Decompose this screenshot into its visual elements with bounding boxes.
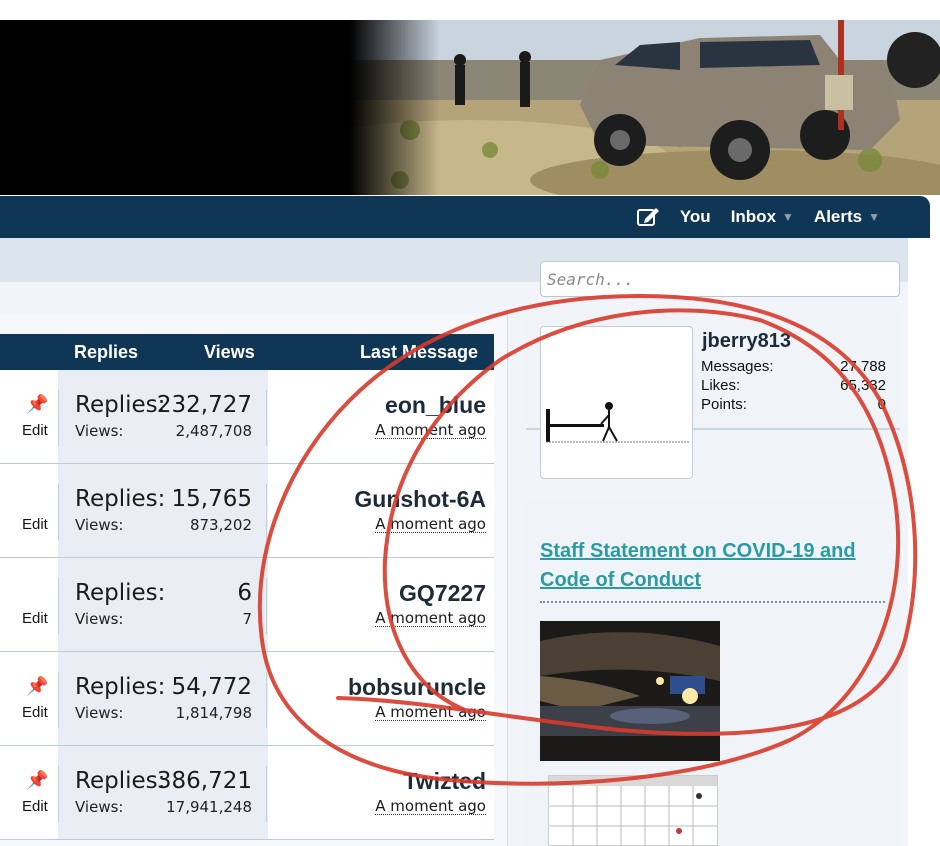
thread-row[interactable]: Edit Replies: 6 Views: 7 GQ7227 A moment ago <box>0 558 494 652</box>
stat-value: 0 <box>877 396 886 413</box>
thread-row[interactable]: 📌 Edit Replies: 232,727 Views: 2,487,708 eon_b… <box>0 370 494 464</box>
views-count: 7 <box>242 610 252 628</box>
nav-alerts-label: Alerts <box>813 207 863 226</box>
replies-count: 6 <box>237 580 252 606</box>
last-post-time[interactable]: A moment ago <box>375 704 486 721</box>
divider <box>58 578 59 634</box>
divider <box>266 390 267 446</box>
divider <box>266 672 267 728</box>
divider <box>58 672 59 728</box>
last-post-time[interactable]: A moment ago <box>375 610 486 627</box>
nav-inbox-label: Inbox <box>730 207 777 226</box>
compose-button[interactable] <box>636 206 660 228</box>
banner-fade <box>350 20 440 195</box>
divider <box>266 578 267 634</box>
search-input[interactable]: Search... <box>540 261 900 297</box>
compose-icon <box>636 208 659 226</box>
site-header <box>0 20 940 195</box>
edit-link[interactable]: Edit <box>22 610 48 627</box>
chevron-down-icon: ▼ <box>868 210 880 224</box>
replies-count: 54,772 <box>171 674 252 700</box>
divider <box>58 484 59 540</box>
username[interactable]: jberry813 <box>702 330 791 353</box>
pin-icon: 📌 <box>26 770 49 791</box>
views-label: Views: <box>75 798 124 816</box>
main-navbar: You Inbox ▼ Alerts ▼ <box>0 196 930 238</box>
replies-label: Replies: <box>75 768 166 794</box>
nav-alerts[interactable]: Alerts ▼ <box>814 207 880 227</box>
cave-photo[interactable] <box>540 621 720 761</box>
thread-row[interactable]: 📌 Edit Replies: 386,721 Views: 17,941,248 Twiz… <box>0 746 494 840</box>
edit-link[interactable]: Edit <box>22 422 48 439</box>
stat-points: Points: 0 <box>701 396 886 413</box>
stat-label: Messages: <box>701 358 774 375</box>
views-label: Views: <box>75 610 124 628</box>
notice-link[interactable]: Staff Statement on COVID-19 and Code of … <box>540 537 885 603</box>
divider <box>58 390 59 446</box>
replies-label: Replies: <box>75 674 166 700</box>
stat-value: 65,332 <box>840 377 886 394</box>
stat-value: 27,788 <box>840 358 886 375</box>
stat-messages: Messages: 27,788 <box>701 358 886 375</box>
edit-link[interactable]: Edit <box>22 798 48 815</box>
last-post-time[interactable]: A moment ago <box>375 798 486 815</box>
last-poster[interactable]: bobsuruncle <box>348 674 486 701</box>
stat-label: Likes: <box>701 377 741 394</box>
last-poster[interactable]: GQ7227 <box>399 580 486 607</box>
views-label: Views: <box>75 704 124 722</box>
views-label: Views: <box>75 422 124 440</box>
pin-icon: 📌 <box>26 676 49 697</box>
chevron-down-icon: ▼ <box>782 210 794 224</box>
header-last-message[interactable]: Last Message <box>360 342 478 363</box>
nav-inbox[interactable]: Inbox ▼ <box>731 207 794 227</box>
thread-row[interactable]: Edit Replies: 15,765 Views: 873,202 Gunshot-6… <box>0 464 494 558</box>
last-poster[interactable]: Gunshot-6A <box>354 486 486 513</box>
calendar-image[interactable] <box>548 775 718 846</box>
stat-label: Points: <box>701 396 747 413</box>
last-post-time[interactable]: A moment ago <box>375 516 486 533</box>
last-post-time[interactable]: A moment ago <box>375 422 486 439</box>
header-replies[interactable]: Replies <box>74 342 138 363</box>
stat-likes: Likes: 65,332 <box>701 377 886 394</box>
replies-count: 15,765 <box>171 486 252 512</box>
edit-link[interactable]: Edit <box>22 704 48 721</box>
replies-count: 232,727 <box>156 392 252 418</box>
last-poster[interactable]: eon_blue <box>385 392 486 419</box>
replies-label: Replies: <box>75 392 166 418</box>
avatar[interactable] <box>540 326 693 479</box>
last-poster[interactable]: Twizted <box>403 768 486 795</box>
views-count: 2,487,708 <box>175 422 252 440</box>
divider <box>58 766 59 822</box>
thread-row[interactable]: 📌 Edit Replies: 54,772 Views: 1,814,798 bobsur… <box>0 652 494 746</box>
divider <box>266 484 267 540</box>
nav-you[interactable]: You <box>680 207 711 227</box>
views-count: 1,814,798 <box>175 704 252 722</box>
replies-label: Replies: <box>75 580 166 606</box>
replies-count: 386,721 <box>156 768 252 794</box>
divider <box>266 766 267 822</box>
edit-link[interactable]: Edit <box>22 516 48 533</box>
header-views[interactable]: Views <box>204 342 255 363</box>
views-count: 17,941,248 <box>166 798 252 816</box>
views-count: 873,202 <box>189 516 252 534</box>
thread-list-header: Replies Views Last Message <box>0 334 494 370</box>
views-label: Views: <box>75 516 124 534</box>
pin-icon: 📌 <box>26 394 49 415</box>
replies-label: Replies: <box>75 486 166 512</box>
